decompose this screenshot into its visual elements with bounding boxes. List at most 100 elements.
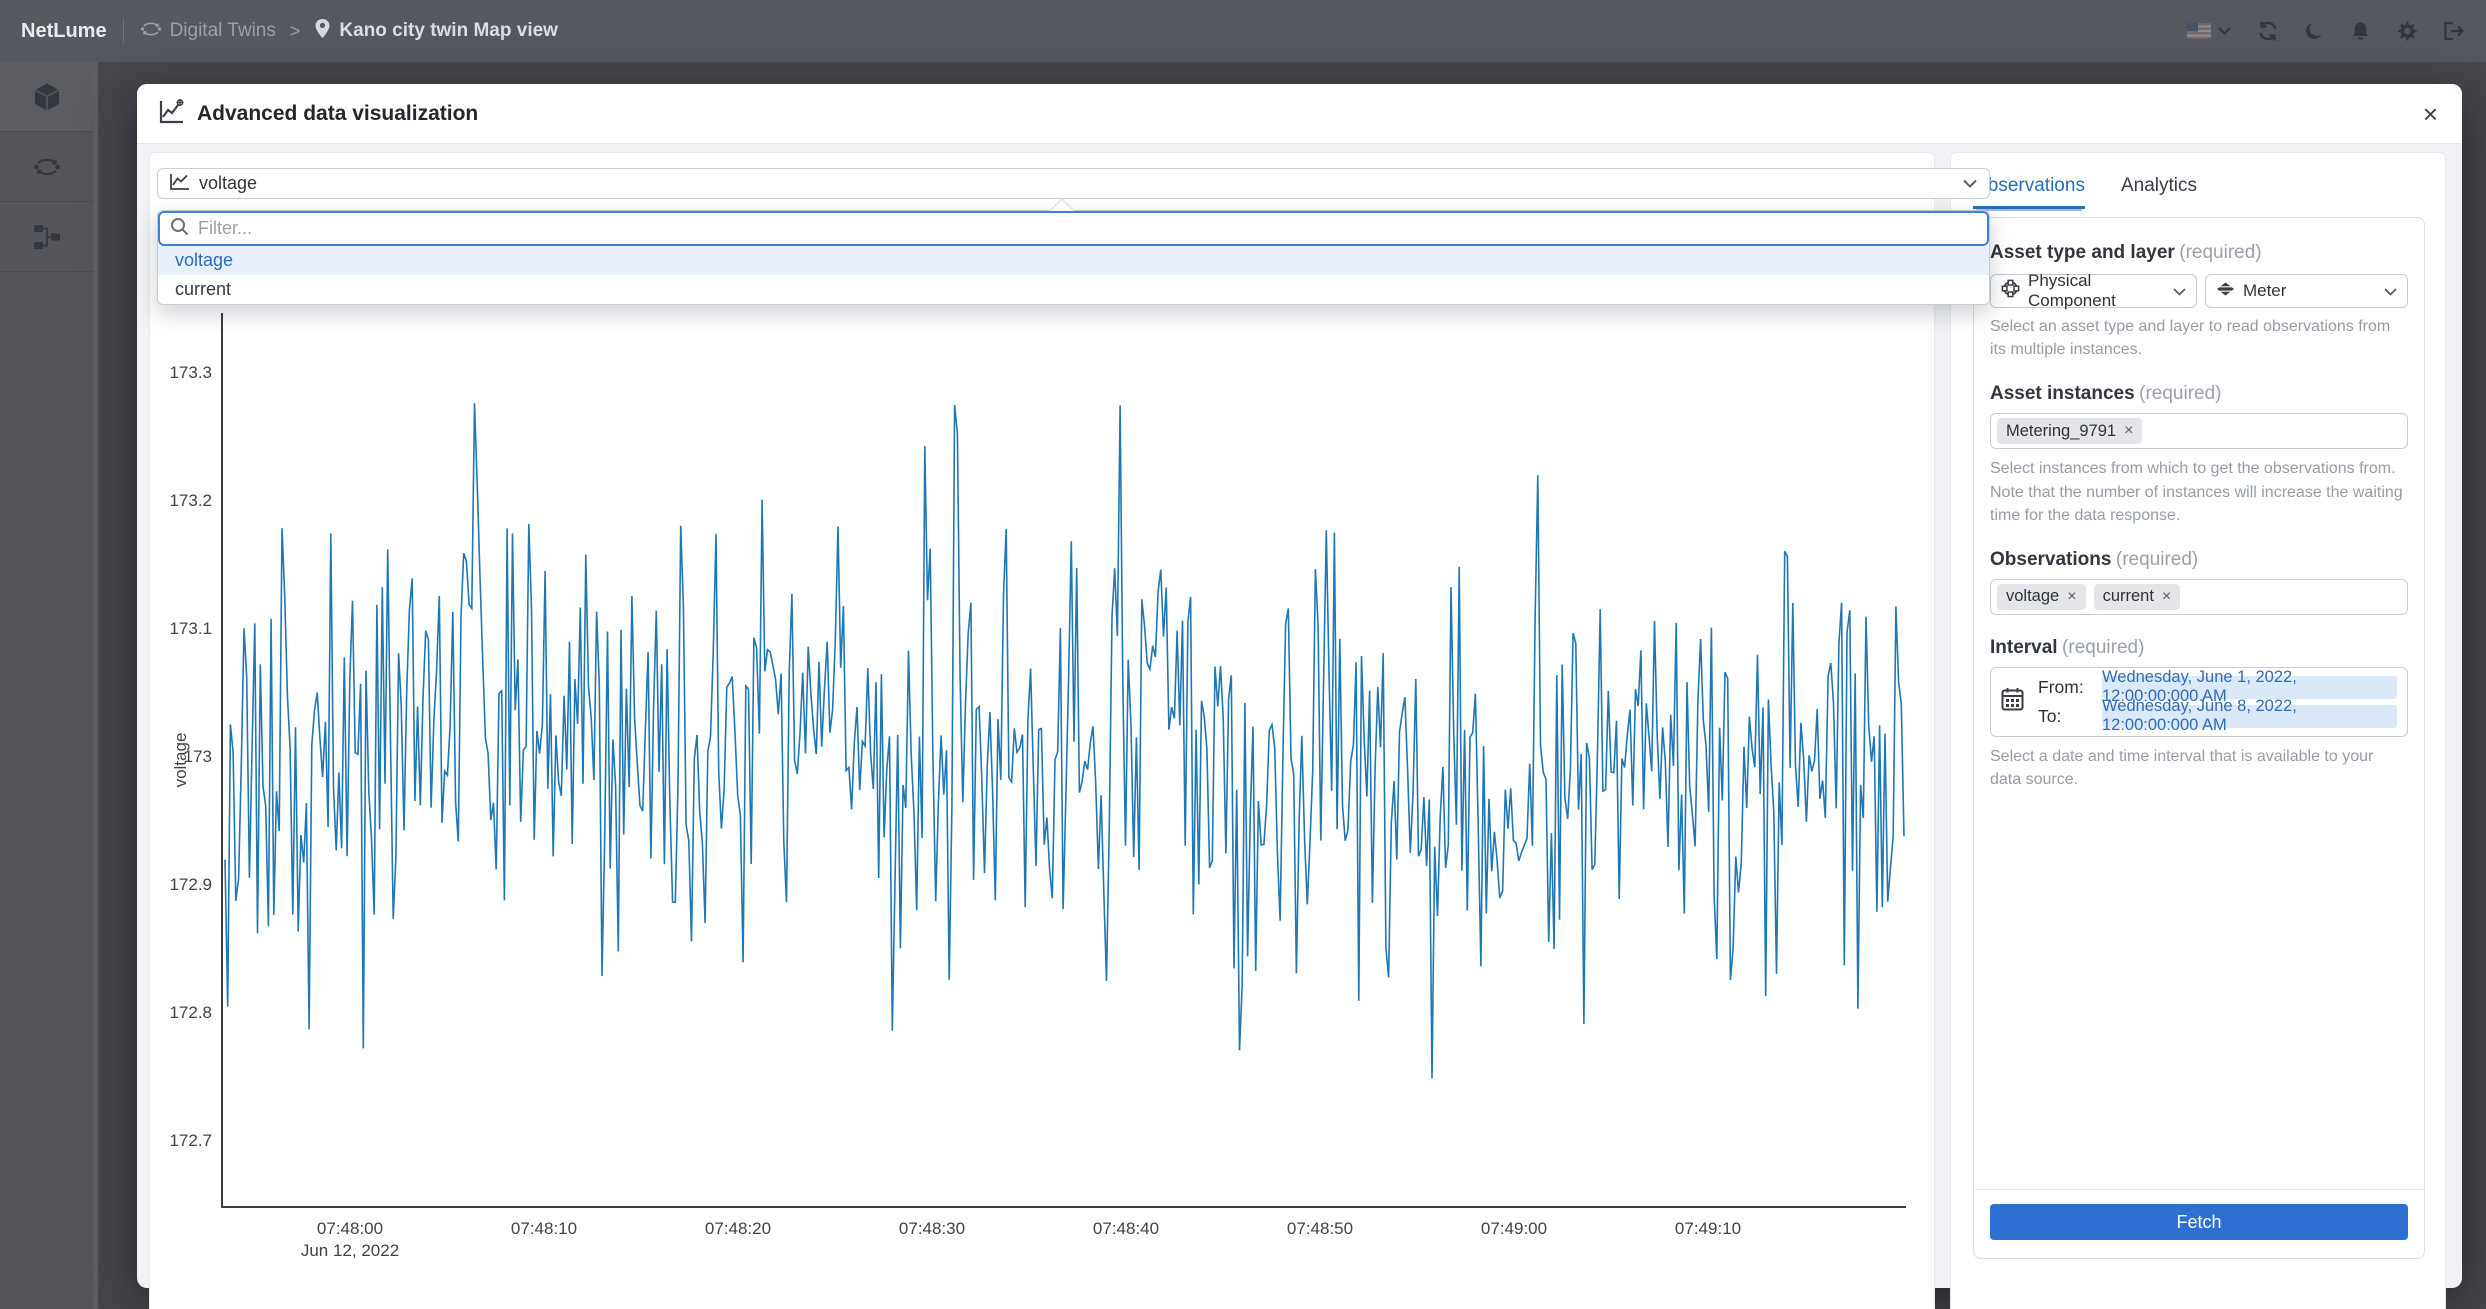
bell-icon[interactable]	[2351, 21, 2370, 42]
app-header: NetLume Digital Twins > Kano city twin M…	[0, 0, 2486, 62]
refresh-icon[interactable]	[2257, 20, 2279, 42]
chip-remove-icon[interactable]: ×	[2124, 422, 2133, 440]
line-chart-icon	[170, 173, 190, 195]
chip-label: voltage	[2006, 587, 2059, 606]
digital-twin-icon	[32, 157, 62, 177]
interval-helper: Select a date and time interval that is …	[1990, 745, 2408, 791]
x-tick-label: 07:48:30	[899, 1219, 965, 1238]
meter-layer-icon	[2216, 281, 2235, 301]
calendar-icon	[2001, 687, 2024, 716]
sidebar-item-digital-twins[interactable]	[0, 132, 93, 202]
logout-icon[interactable]	[2443, 21, 2464, 41]
chip-current: current ×	[2094, 584, 2181, 610]
option-voltage[interactable]: voltage	[158, 246, 1989, 275]
asset-instances-required: (required)	[2139, 383, 2221, 404]
y-tick-label: 173.1	[169, 619, 212, 638]
option-current[interactable]: current	[158, 275, 1989, 304]
map-pin-icon	[314, 18, 331, 44]
chip-label: Metering_9791	[2006, 422, 2116, 441]
chevron-down-icon	[2173, 281, 2186, 301]
observations-form-card: Asset type and layer (required) Physical…	[1973, 217, 2425, 1259]
y-axis-label: voltage	[171, 733, 190, 788]
asset-instances-label: Asset instances	[1990, 383, 2135, 404]
asset-instances-helper: Select instances from which to get the o…	[1990, 457, 2408, 527]
sidebar-item-assets[interactable]	[0, 62, 93, 132]
y-tick-label: 172.8	[169, 1003, 212, 1022]
breadcrumb: Digital Twins > Kano city twin Map view	[140, 18, 558, 44]
search-icon	[170, 217, 189, 241]
series-select-value: voltage	[199, 173, 257, 194]
sidebar	[0, 62, 98, 1309]
breadcrumb-page[interactable]: Kano city twin Map view	[339, 20, 558, 42]
layer-select[interactable]: Meter	[2205, 274, 2408, 308]
chip-voltage: voltage ×	[1997, 584, 2086, 610]
close-icon[interactable]: ×	[2423, 101, 2438, 127]
tab-analytics[interactable]: Analytics	[2121, 175, 2197, 209]
modal-title: Advanced data visualization	[197, 102, 478, 126]
interval-from-label: From:	[2038, 677, 2102, 698]
line-chart-gear-icon	[159, 98, 185, 129]
chip-label: current	[2103, 587, 2154, 606]
x-tick-label: 07:48:10	[511, 1219, 577, 1238]
header-divider	[123, 18, 124, 44]
y-tick-label: 173.2	[169, 491, 212, 510]
observations-panel: Observations Analytics Asset type and la…	[1950, 152, 2446, 1309]
chip-remove-icon[interactable]: ×	[2162, 588, 2171, 606]
x-tick-label: 07:48:20	[705, 1219, 771, 1238]
y-tick-label: 173.3	[169, 363, 212, 382]
us-flag-icon[interactable]	[2187, 23, 2231, 39]
chevron-down-icon	[2384, 281, 2397, 301]
panel-tabs: Observations Analytics	[1951, 153, 2445, 209]
component-icon	[2001, 279, 2020, 303]
digital-twin-icon	[140, 21, 162, 42]
interval-from-value[interactable]: Wednesday, June 1, 2022, 12:00:00:000 AM	[2102, 676, 2397, 699]
gear-icon[interactable]	[2396, 21, 2417, 42]
chip-remove-icon[interactable]: ×	[2067, 588, 2076, 606]
filter-box[interactable]	[158, 211, 1989, 246]
chevron-down-icon	[1963, 175, 1977, 193]
advanced-data-visualization-modal: Advanced data visualization × 173.3 173.2…	[137, 84, 2462, 1288]
observations-section: Observations (required) voltage × curren…	[1990, 549, 2408, 615]
panel-footer: Fetch	[1974, 1189, 2424, 1258]
x-tick-date-label: Jun 12, 2022	[301, 1241, 399, 1260]
observations-label: Observations	[1990, 549, 2111, 570]
asset-type-helper: Select an asset type and layer to read o…	[1990, 315, 2408, 361]
x-tick-label: 07:48:40	[1093, 1219, 1159, 1238]
interval-to-label: To:	[2038, 706, 2102, 727]
modal-titlebar: Advanced data visualization ×	[137, 84, 2462, 144]
filter-input[interactable]	[198, 218, 1977, 239]
series-select[interactable]: voltage	[157, 168, 1990, 199]
breadcrumb-chevron: >	[290, 21, 301, 42]
y-tick-label: 172.7	[169, 1131, 212, 1150]
x-tick-label: 07:49:00	[1481, 1219, 1547, 1238]
asset-instances-input[interactable]: Metering_9791 ×	[1990, 413, 2408, 449]
asset-type-value: Physical Component	[2028, 271, 2173, 311]
interval-required: (required)	[2062, 637, 2144, 658]
asset-type-section: Asset type and layer (required) Physical…	[1990, 242, 2408, 361]
observations-required: (required)	[2116, 549, 2198, 570]
asset-type-label: Asset type and layer	[1990, 242, 2175, 263]
cube-icon	[33, 82, 61, 112]
moon-icon[interactable]	[2305, 21, 2325, 41]
breadcrumb-section[interactable]: Digital Twins	[170, 20, 276, 42]
interval-label: Interval	[1990, 637, 2058, 658]
voltage-chart: 173.3173.2173.1173172.9172.8172.7voltage…	[149, 152, 1935, 1309]
sidebar-item-hierarchy[interactable]	[0, 202, 93, 272]
chip-metering-9791: Metering_9791 ×	[1997, 418, 2142, 444]
series-dropdown-popover: voltage current	[157, 210, 1990, 305]
asset-instances-section: Asset instances (required) Metering_9791…	[1990, 383, 2408, 527]
app-logo: NetLume	[21, 20, 107, 43]
x-tick-label: 07:48:00	[317, 1219, 383, 1238]
layer-value: Meter	[2243, 281, 2286, 301]
asset-type-select[interactable]: Physical Component	[1990, 274, 2197, 308]
interval-section: Interval (required) From: Wednesday, Jun…	[1990, 637, 2408, 791]
interval-box: From: Wednesday, June 1, 2022, 12:00:00:…	[1990, 667, 2408, 737]
fetch-button[interactable]: Fetch	[1990, 1204, 2408, 1240]
voltage-series-line	[225, 403, 1904, 1078]
x-tick-label: 07:48:50	[1287, 1219, 1353, 1238]
y-tick-label: 172.9	[169, 875, 212, 894]
x-tick-label: 07:49:10	[1675, 1219, 1741, 1238]
hierarchy-icon	[33, 224, 61, 250]
interval-to-value[interactable]: Wednesday, June 8, 2022, 12:00:00:000 AM	[2102, 705, 2397, 728]
observations-input[interactable]: voltage × current ×	[1990, 579, 2408, 615]
